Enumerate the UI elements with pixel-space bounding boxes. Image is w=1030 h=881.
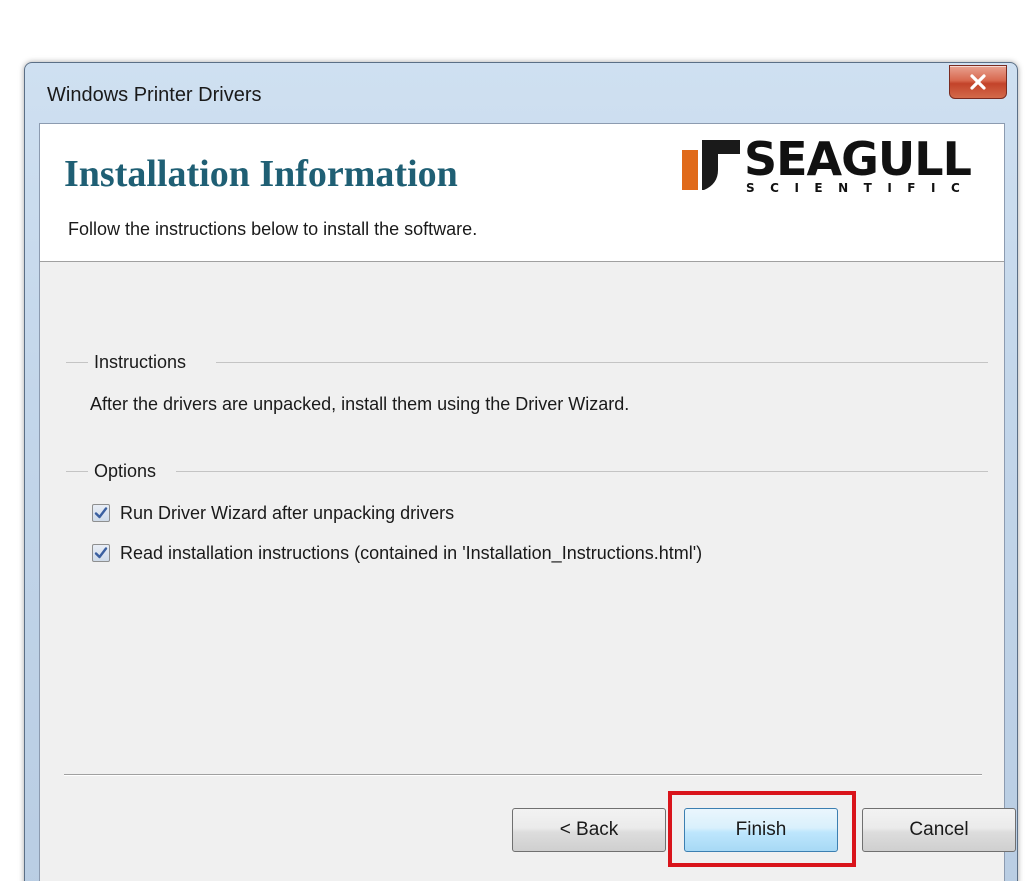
dialog-window: Windows Printer Drivers Installation Inf… (24, 62, 1018, 881)
logo-wordmark: SEAGULL (744, 132, 972, 186)
seagull-logo-mark-icon (682, 140, 740, 190)
read-instructions-label: Read installation instructions (containe… (120, 542, 703, 563)
group-divider-left (66, 362, 88, 363)
close-button[interactable] (949, 65, 1007, 99)
instructions-text: After the drivers are unpacked, install … (90, 394, 630, 414)
instructions-label: Instructions (90, 352, 191, 373)
options-label: Options (90, 461, 161, 482)
run-driver-wizard-checkbox[interactable] (92, 504, 110, 522)
wizard-header: Installation Information Follow the inst… (40, 124, 1004, 262)
logo-subtitle: SCIENTIFIC (746, 181, 976, 195)
dialog-client-area: Installation Information Follow the inst… (39, 123, 1016, 881)
footer-divider (64, 774, 982, 776)
seagull-logo: SEAGULL SCIENTIFIC (668, 132, 1000, 198)
cancel-button[interactable]: Cancel (862, 808, 1016, 852)
close-icon (970, 74, 986, 90)
group-divider-left (66, 471, 88, 472)
group-divider-right (216, 362, 988, 363)
window-title: Windows Printer Drivers (47, 84, 262, 106)
checkmark-icon (94, 507, 108, 519)
group-divider-right (176, 471, 988, 472)
options-group: Options (66, 461, 988, 482)
title-bar[interactable]: Windows Printer Drivers (25, 63, 1017, 121)
read-instructions-option[interactable]: Read installation instructions (containe… (92, 542, 702, 564)
run-driver-wizard-label: Run Driver Wizard after unpacking driver… (120, 502, 455, 523)
back-button[interactable]: < Back (512, 808, 666, 852)
finish-highlight-box (668, 791, 856, 867)
instructions-group: Instructions (66, 352, 988, 373)
run-driver-wizard-option[interactable]: Run Driver Wizard after unpacking driver… (92, 502, 454, 524)
page-title: Installation Information (64, 153, 458, 195)
read-instructions-checkbox[interactable] (92, 544, 110, 562)
page-subtitle: Follow the instructions below to install… (68, 219, 478, 239)
checkmark-icon (94, 547, 108, 559)
